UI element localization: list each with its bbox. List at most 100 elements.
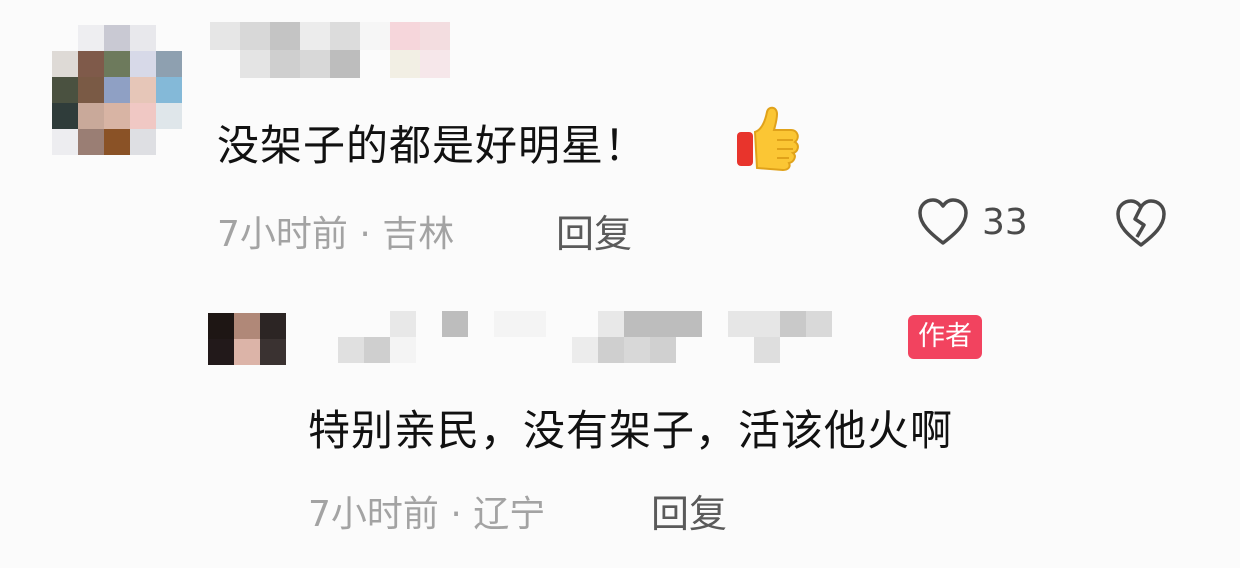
pixel-cell	[624, 311, 650, 337]
pixel-cell	[208, 313, 234, 339]
pixel-cell	[676, 337, 702, 363]
reply-author-avatar[interactable]	[208, 313, 286, 365]
pixel-cell	[78, 51, 104, 77]
pixel-cell	[364, 337, 390, 363]
like-count: 33	[982, 201, 1028, 243]
pixel-cell	[78, 77, 104, 103]
pixel-cell	[260, 313, 286, 339]
pixel-cell	[210, 50, 240, 78]
pixel-cell	[104, 103, 130, 129]
meta-separator: ·	[347, 214, 383, 255]
pixel-cell	[494, 337, 520, 363]
pixel-cell	[416, 337, 442, 363]
pixel-cell	[728, 337, 754, 363]
pixel-cell	[234, 339, 260, 365]
commenter-avatar[interactable]	[52, 25, 182, 155]
pixel-cell	[468, 311, 494, 337]
pixel-cell	[702, 311, 728, 337]
pixel-cell	[360, 22, 390, 50]
pixel-cell	[130, 77, 156, 103]
pixel-cell	[210, 22, 240, 50]
pixel-cell	[52, 77, 78, 103]
pixel-cell	[520, 311, 546, 337]
commenter-username-pixelated[interactable]	[210, 22, 450, 78]
pixel-cell	[104, 51, 130, 77]
pixel-cell	[52, 25, 78, 51]
broken-heart-icon	[1116, 199, 1166, 247]
pixel-cell	[780, 311, 806, 337]
reply-text: 特别亲民，没有架子，活该他火啊	[308, 406, 954, 455]
pixel-cell	[156, 103, 182, 129]
pixel-cell	[676, 311, 702, 337]
pixel-cell	[260, 339, 286, 365]
pixel-cell	[520, 337, 546, 363]
pixel-cell	[300, 22, 330, 50]
pixel-cell	[702, 337, 728, 363]
comment-time: 7小时前	[217, 214, 348, 255]
pixel-cell	[390, 311, 416, 337]
pixel-cell	[240, 22, 270, 50]
pixel-cell	[270, 50, 300, 78]
pixel-cell	[270, 22, 300, 50]
pixel-cell	[104, 129, 130, 155]
pixel-cell	[52, 103, 78, 129]
pixel-cell	[104, 77, 130, 103]
pixel-cell	[208, 339, 234, 365]
pixel-cell	[728, 311, 754, 337]
pixel-cell	[390, 50, 420, 78]
pixel-cell	[234, 313, 260, 339]
reply-button[interactable]: 回复	[556, 203, 632, 258]
pixel-cell	[754, 311, 780, 337]
pixel-cell	[52, 129, 78, 155]
reply-location: 辽宁	[473, 494, 546, 535]
pixel-cell	[442, 311, 468, 337]
pixel-cell	[494, 311, 520, 337]
pixel-cell	[806, 337, 832, 363]
pixel-cell	[416, 311, 442, 337]
pixel-cell	[338, 337, 364, 363]
reply-author-username-pixelated[interactable]	[338, 311, 862, 363]
pixel-cell	[420, 22, 450, 50]
comment-location: 吉林	[382, 214, 455, 255]
pixel-cell	[572, 337, 598, 363]
pixel-cell	[624, 337, 650, 363]
pixel-cell	[156, 51, 182, 77]
pixel-cell	[806, 311, 832, 337]
pixel-cell	[78, 25, 104, 51]
pixel-cell	[130, 51, 156, 77]
pixel-cell	[78, 103, 104, 129]
pixel-cell	[572, 311, 598, 337]
pixel-cell	[546, 337, 572, 363]
reply-meta: 7小时前 · 辽宁	[308, 485, 545, 537]
pixel-cell	[104, 25, 130, 51]
pixel-cell	[130, 103, 156, 129]
pixel-cell	[442, 337, 468, 363]
pixel-cell	[832, 311, 858, 337]
comment-text: 没架子的都是好明星！	[217, 121, 648, 170]
pixel-cell	[546, 311, 572, 337]
pixel-cell	[156, 129, 182, 155]
pixel-cell	[780, 337, 806, 363]
pixel-cell	[156, 77, 182, 103]
like-button[interactable]: 33	[916, 197, 1028, 247]
comment-meta: 7小时前 · 吉林	[217, 205, 454, 257]
pixel-cell	[130, 25, 156, 51]
pixel-cell	[390, 22, 420, 50]
meta-separator: ·	[438, 494, 474, 535]
thumbs-up-icon	[737, 106, 799, 172]
pixel-cell	[360, 50, 390, 78]
pixel-cell	[598, 337, 624, 363]
heart-outline-icon	[918, 198, 968, 245]
pixel-cell	[650, 337, 676, 363]
pixel-cell	[240, 50, 270, 78]
pixel-cell	[468, 337, 494, 363]
pixel-cell	[156, 25, 182, 51]
pixel-cell	[130, 129, 156, 155]
author-badge: 作者	[908, 315, 982, 359]
reply-time: 7小时前	[308, 494, 439, 535]
pixel-cell	[598, 311, 624, 337]
dislike-button[interactable]	[1113, 197, 1169, 253]
reply-to-reply-button[interactable]: 回复	[651, 483, 727, 538]
pixel-cell	[300, 50, 330, 78]
pixel-cell	[364, 311, 390, 337]
